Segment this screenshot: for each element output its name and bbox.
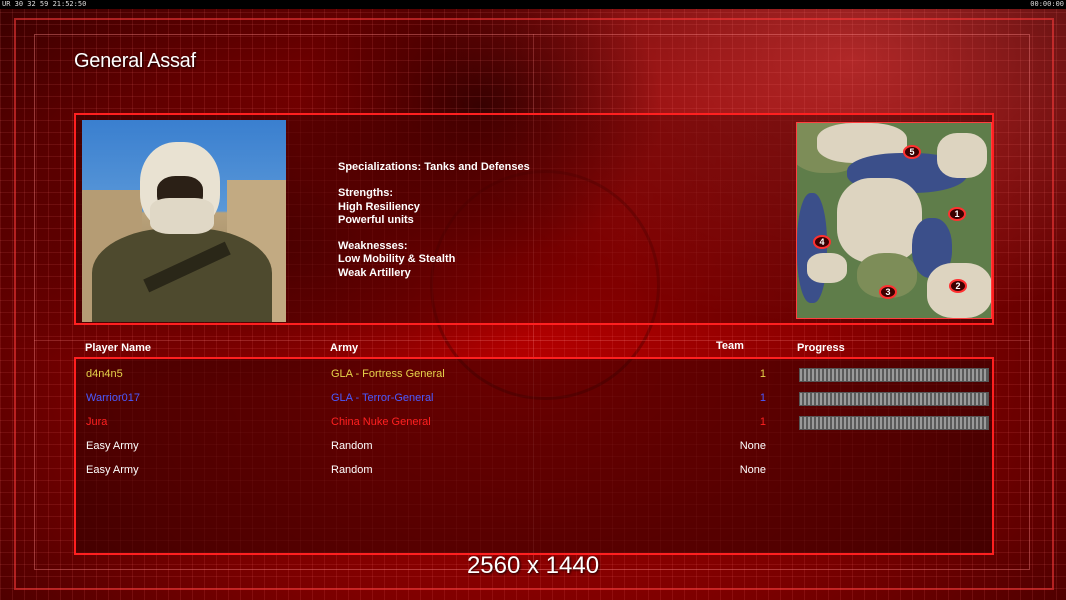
topbar-left-text: UR 30 32 59 21:52:50 <box>2 0 87 8</box>
strength-item: High Resiliency <box>338 200 420 213</box>
progress-fill <box>800 393 988 405</box>
crosshair-horizontal-line <box>34 340 1030 341</box>
player-name: Easy Army <box>86 464 139 476</box>
loading-progress-bar <box>799 416 989 430</box>
topbar-right-text: 00:00:00 <box>1030 0 1064 8</box>
player-team: None <box>739 464 766 476</box>
general-portrait <box>82 120 286 322</box>
start-slot-2[interactable]: 2 <box>949 279 967 293</box>
player-name: d4n4n5 <box>86 368 123 380</box>
player-name: Easy Army <box>86 440 139 452</box>
player-army: Random <box>331 464 373 476</box>
map-preview[interactable]: 5 1 4 3 2 <box>796 122 992 319</box>
start-slot-4[interactable]: 4 <box>813 235 831 249</box>
debug-topbar: UR 30 32 59 21:52:50 00:00:00 <box>0 0 1066 9</box>
table-row: Easy Army Random None <box>76 435 992 459</box>
loading-progress-bar <box>799 392 989 406</box>
column-header-team: Team <box>716 340 744 352</box>
player-army: GLA - Fortress General <box>331 368 445 380</box>
weakness-item: Low Mobility & Stealth <box>338 253 456 266</box>
progress-fill <box>800 369 988 381</box>
player-team: None <box>739 440 766 452</box>
map-terrain <box>937 133 987 178</box>
table-row: Easy Army Random None <box>76 459 992 483</box>
map-terrain <box>807 253 847 283</box>
player-name: Jura <box>86 416 108 428</box>
general-specs: Specializations: Tanks and Defenses Stre… <box>338 161 658 280</box>
player-army: China Nuke General <box>331 416 431 428</box>
weakness-item: Weak Artillery <box>338 266 411 279</box>
progress-fill <box>800 417 988 429</box>
strength-item: Powerful units <box>338 213 414 226</box>
start-slot-1[interactable]: 1 <box>948 207 966 221</box>
column-header-player-name: Player Name <box>85 342 152 354</box>
loading-progress-bar <box>799 368 989 382</box>
resolution-label: 2560 x 1440 <box>466 552 600 579</box>
table-row: d4n4n5 GLA - Fortress General 1 <box>76 363 992 387</box>
start-slot-3[interactable]: 3 <box>879 285 897 299</box>
player-army: Random <box>331 440 373 452</box>
player-team: 1 <box>759 368 766 380</box>
portrait-face-scarf <box>150 198 214 234</box>
player-team: 1 <box>759 392 766 404</box>
strengths-title: Strengths: <box>338 187 393 200</box>
table-row: Jura China Nuke General 1 <box>76 411 992 435</box>
map-terrain <box>837 178 922 263</box>
table-row: Warrior017 GLA - Terror-General 1 <box>76 387 992 411</box>
player-army: GLA - Terror-General <box>331 392 434 404</box>
start-slot-5[interactable]: 5 <box>903 145 921 159</box>
column-header-progress: Progress <box>797 342 845 354</box>
general-info-panel: Specializations: Tanks and Defenses Stre… <box>74 113 994 325</box>
general-name-title: General Assaf <box>74 50 196 72</box>
players-table: d4n4n5 GLA - Fortress General 1 Warrior0… <box>74 357 994 555</box>
player-name: Warrior017 <box>86 392 140 404</box>
player-team: 1 <box>759 416 766 428</box>
column-header-army: Army <box>330 342 359 354</box>
specialization-text: Specializations: Tanks and Defenses <box>338 161 530 173</box>
weaknesses-title: Weaknesses: <box>338 240 408 253</box>
